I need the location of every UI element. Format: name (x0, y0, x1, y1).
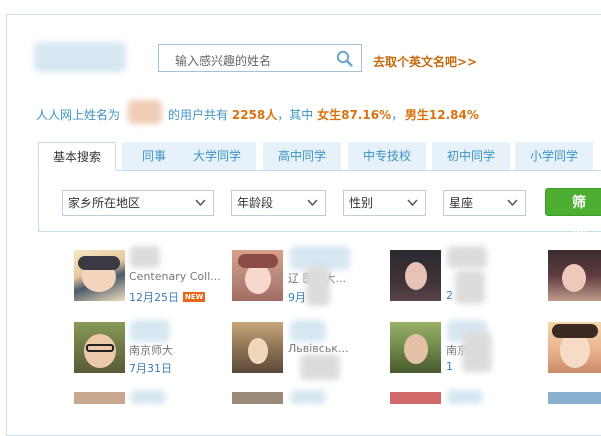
user-avatar[interactable] (548, 322, 601, 373)
blurred-user-info (455, 270, 485, 304)
female-percent: 女生87.16% (317, 108, 392, 122)
chevron-down-icon (195, 199, 206, 207)
blurred-user-info (306, 266, 330, 306)
user-avatar[interactable] (390, 322, 441, 373)
english-name-link[interactable]: 去取个英文名吧>> (373, 53, 477, 70)
blurred-surname (128, 100, 162, 124)
blurred-user-name (447, 390, 483, 404)
user-avatar[interactable] (232, 392, 283, 404)
chevron-down-icon (507, 199, 518, 207)
blurred-user-name (290, 390, 326, 404)
zodiac-value: 星座 (449, 196, 474, 210)
filter-button[interactable]: 筛 选 (545, 188, 601, 239)
tab-middle-school[interactable]: 初中同学 (432, 142, 510, 170)
user-birthday: 2 (446, 289, 453, 302)
blurred-user-info (462, 332, 492, 372)
tab-basic-search[interactable]: 基本搜索 (38, 142, 116, 171)
name-stats: 人人网上姓名为 的用户共有 2258人，其中 女生87.16%， 男生12.84% (36, 106, 479, 123)
blurred-user-name (447, 246, 487, 268)
user-birthday: 1 (446, 360, 453, 373)
blurred-user-name (130, 320, 170, 342)
user-avatar[interactable] (390, 392, 441, 404)
blurred-name (34, 42, 126, 72)
hometown-select[interactable]: 家乡所在地区 (62, 190, 214, 216)
tab-technical-school[interactable]: 中专技校 (348, 142, 426, 170)
stats-among: ，其中 (277, 108, 314, 122)
user-birthday: 12月25日 (129, 291, 179, 304)
user-avatar[interactable] (232, 322, 283, 373)
stats-prefix: 人人网上姓名为 (36, 108, 121, 122)
chevron-down-icon (307, 199, 318, 207)
gender-value: 性别 (349, 196, 374, 210)
user-avatar[interactable] (390, 250, 441, 301)
blurred-user-name (130, 246, 160, 268)
age-value: 年龄段 (237, 196, 274, 210)
user-birthday: 9月 (288, 291, 306, 304)
user-avatar[interactable] (74, 392, 125, 404)
blurred-user-name (290, 320, 326, 342)
blurred-user-info (300, 354, 340, 380)
tab-colleague[interactable]: 同事 (122, 142, 186, 170)
search-input[interactable]: 输入感兴趣的姓名 (175, 52, 271, 69)
user-birthday: 7月31日 (129, 362, 172, 375)
stats-middle: 的用户共有 (168, 108, 229, 122)
stats-separator: ， (391, 108, 404, 122)
tab-high-school[interactable]: 高中同学 (263, 142, 341, 170)
search-icon[interactable] (336, 50, 353, 67)
user-count: 2258人 (231, 108, 278, 122)
user-avatar[interactable] (548, 392, 601, 404)
tab-primary-school[interactable]: 小学同学 (515, 142, 593, 170)
male-percent: 男生12.84% (404, 108, 479, 122)
new-badge: NEW (183, 292, 206, 302)
user-avatar[interactable] (232, 250, 283, 301)
chevron-down-icon (407, 199, 418, 207)
name-search-box[interactable]: 输入感兴趣的姓名 (158, 44, 362, 72)
user-school: 南京师大 (129, 344, 173, 357)
user-avatar[interactable] (74, 322, 125, 373)
hometown-value: 家乡所在地区 (68, 196, 141, 210)
zodiac-select[interactable]: 星座 (443, 190, 526, 216)
user-avatar[interactable] (74, 250, 125, 301)
gender-select[interactable]: 性别 (343, 190, 426, 216)
user-avatar[interactable] (548, 250, 601, 301)
blurred-user-name (130, 390, 166, 404)
tab-university[interactable]: 大学同学 (178, 142, 256, 170)
user-school: Centenary Coll... (129, 270, 221, 283)
age-select[interactable]: 年龄段 (231, 190, 326, 216)
